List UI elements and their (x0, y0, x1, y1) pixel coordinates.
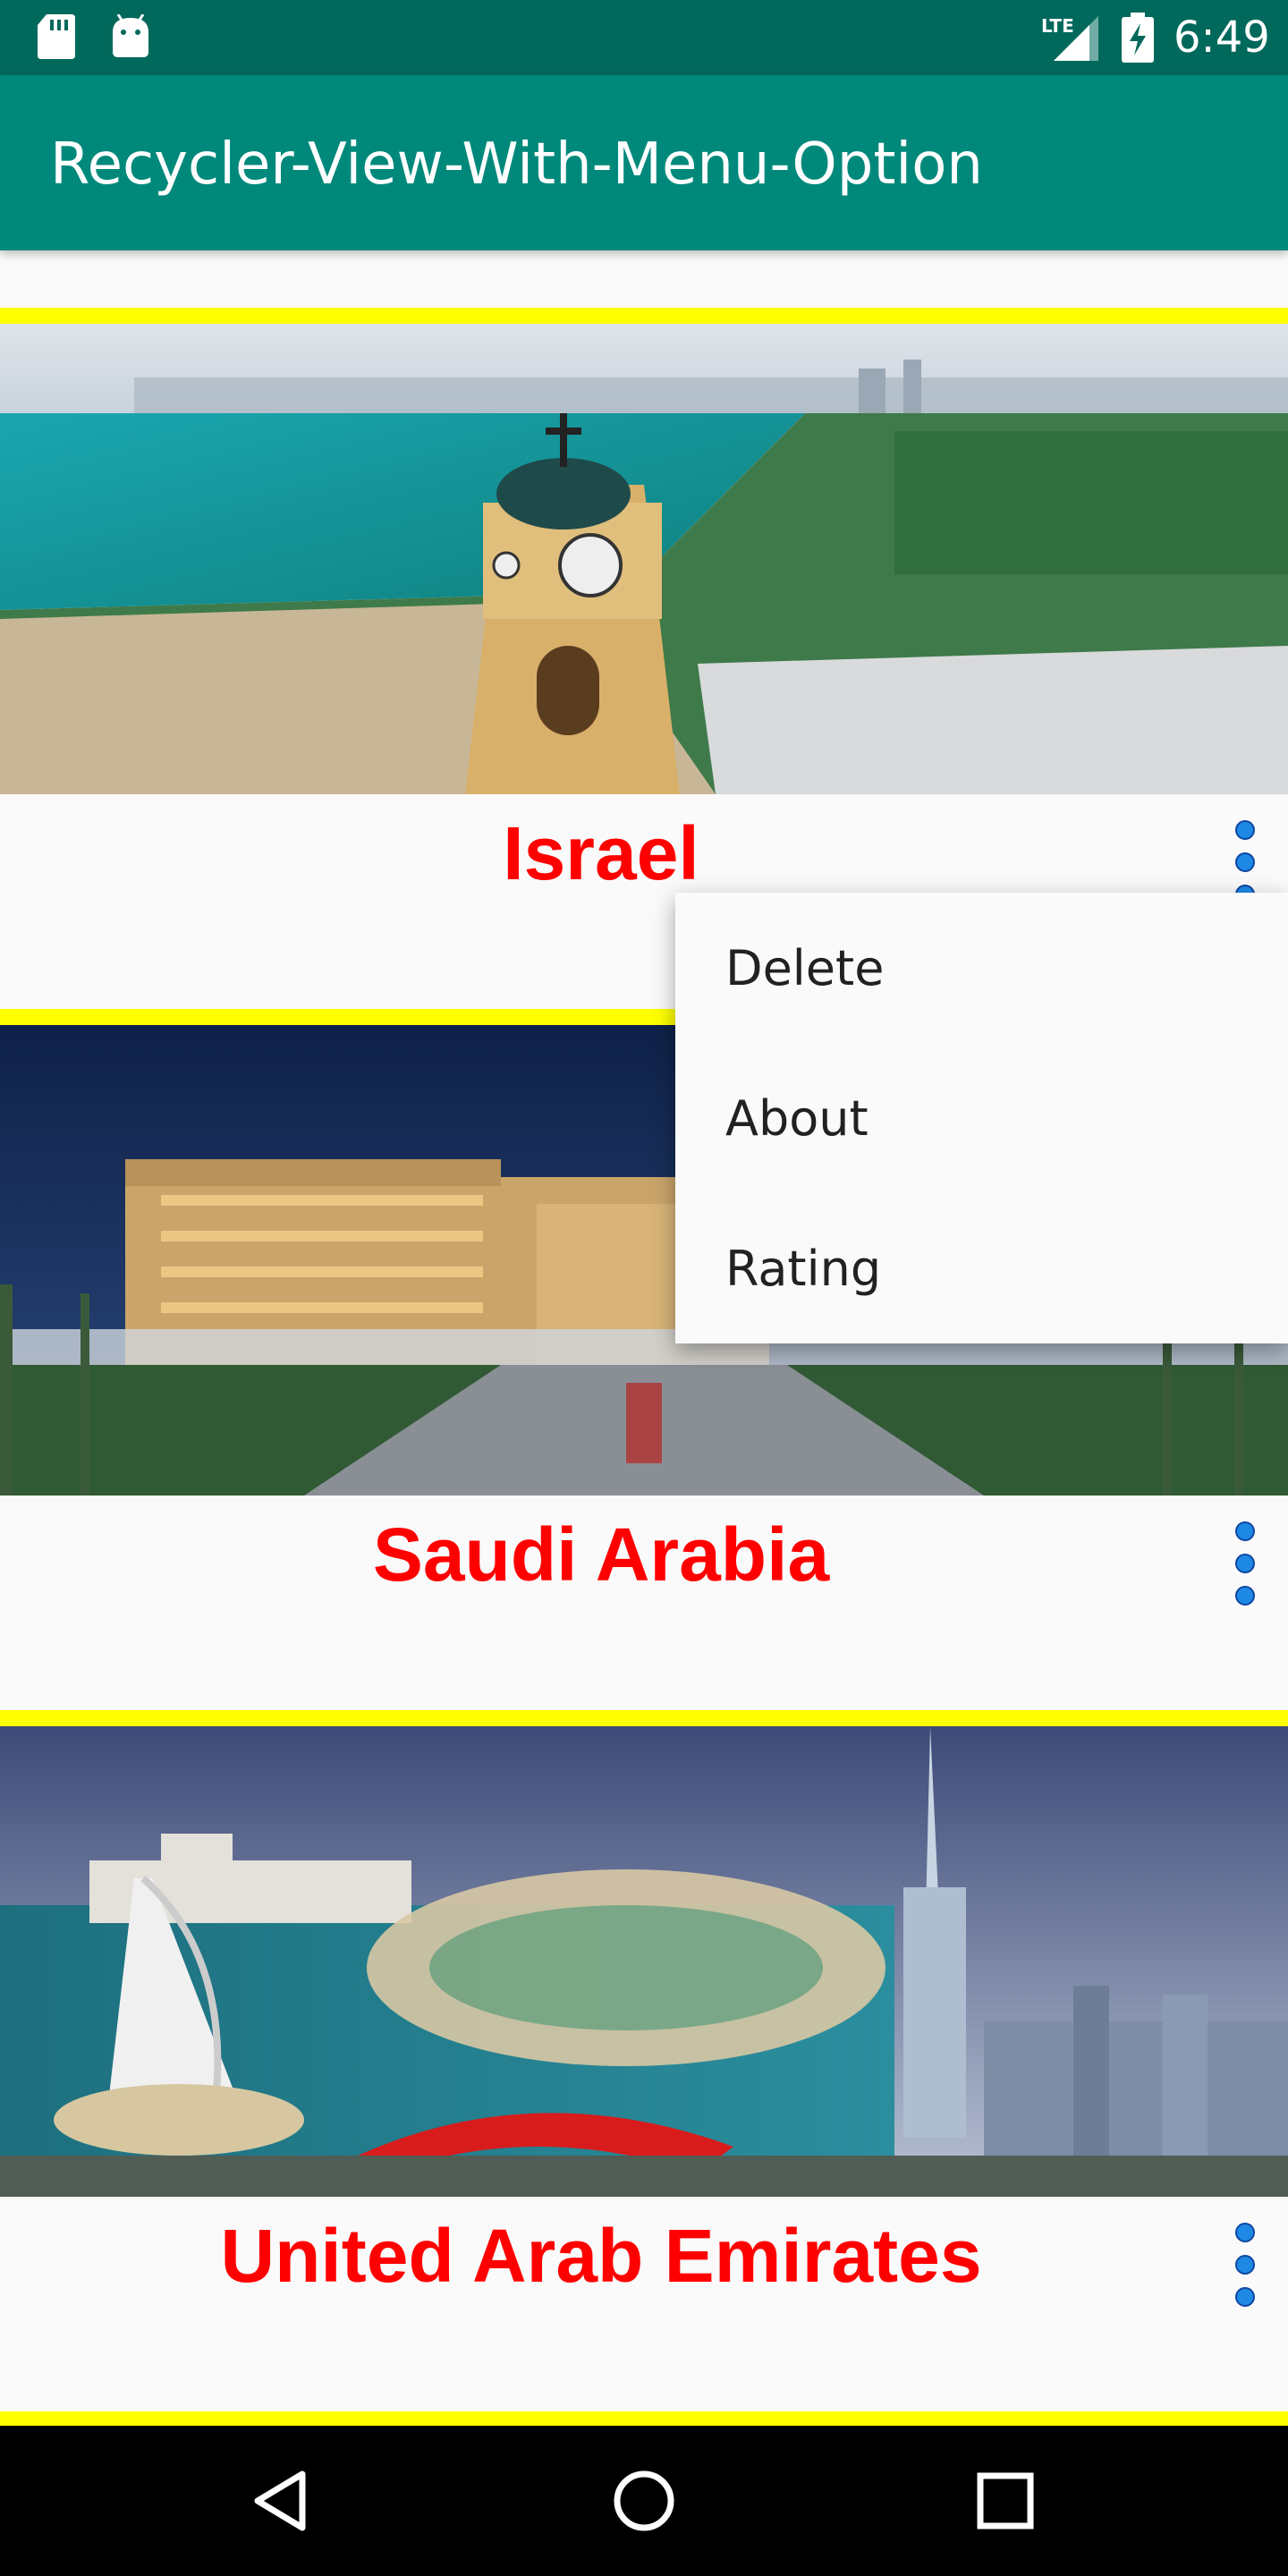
dubai-skyline-collage-image (0, 1726, 1288, 2197)
sd-card-icon (38, 14, 75, 59)
card-image (0, 324, 1288, 794)
menu-item-delete[interactable]: Delete (675, 893, 1288, 1043)
popup-menu: Delete About Rating (675, 893, 1288, 1343)
android-icon (113, 14, 148, 57)
card-item[interactable]: United Arab Emirates (0, 1710, 1288, 2411)
overflow-menu-button[interactable] (1218, 1510, 1272, 1617)
navigation-bar (0, 2426, 1288, 2576)
menu-item-rating[interactable]: Rating (675, 1193, 1288, 1343)
lte-signal-icon: LTE (1039, 13, 1098, 61)
card-title: Saudi Arabia (372, 1513, 830, 1597)
lte-label: LTE (1041, 15, 1074, 37)
home-icon[interactable] (608, 2465, 680, 2537)
overflow-menu-button[interactable] (1218, 2211, 1272, 2318)
back-icon[interactable] (247, 2465, 318, 2537)
card-border (0, 308, 1288, 324)
recents-icon[interactable] (970, 2465, 1041, 2537)
card-title: United Arab Emirates (220, 2214, 982, 2298)
more-vert-icon (1235, 1521, 1255, 1606)
status-clock: 6:49 (1174, 13, 1270, 63)
battery-charging-icon (1122, 13, 1154, 63)
menu-item-about[interactable]: About (675, 1043, 1288, 1193)
aerial-coast-clock-tower-image (0, 324, 1288, 794)
card-border (0, 2411, 1288, 2426)
card-image (0, 1726, 1288, 2197)
card-title: Israel (503, 811, 699, 895)
app-title: Recycler-View-With-Menu-Option (50, 131, 983, 198)
more-vert-icon (1235, 2223, 1255, 2307)
card-border (0, 1710, 1288, 1726)
app-bar: Recycler-View-With-Menu-Option (0, 75, 1288, 250)
status-bar: LTE 6:49 (0, 0, 1288, 75)
